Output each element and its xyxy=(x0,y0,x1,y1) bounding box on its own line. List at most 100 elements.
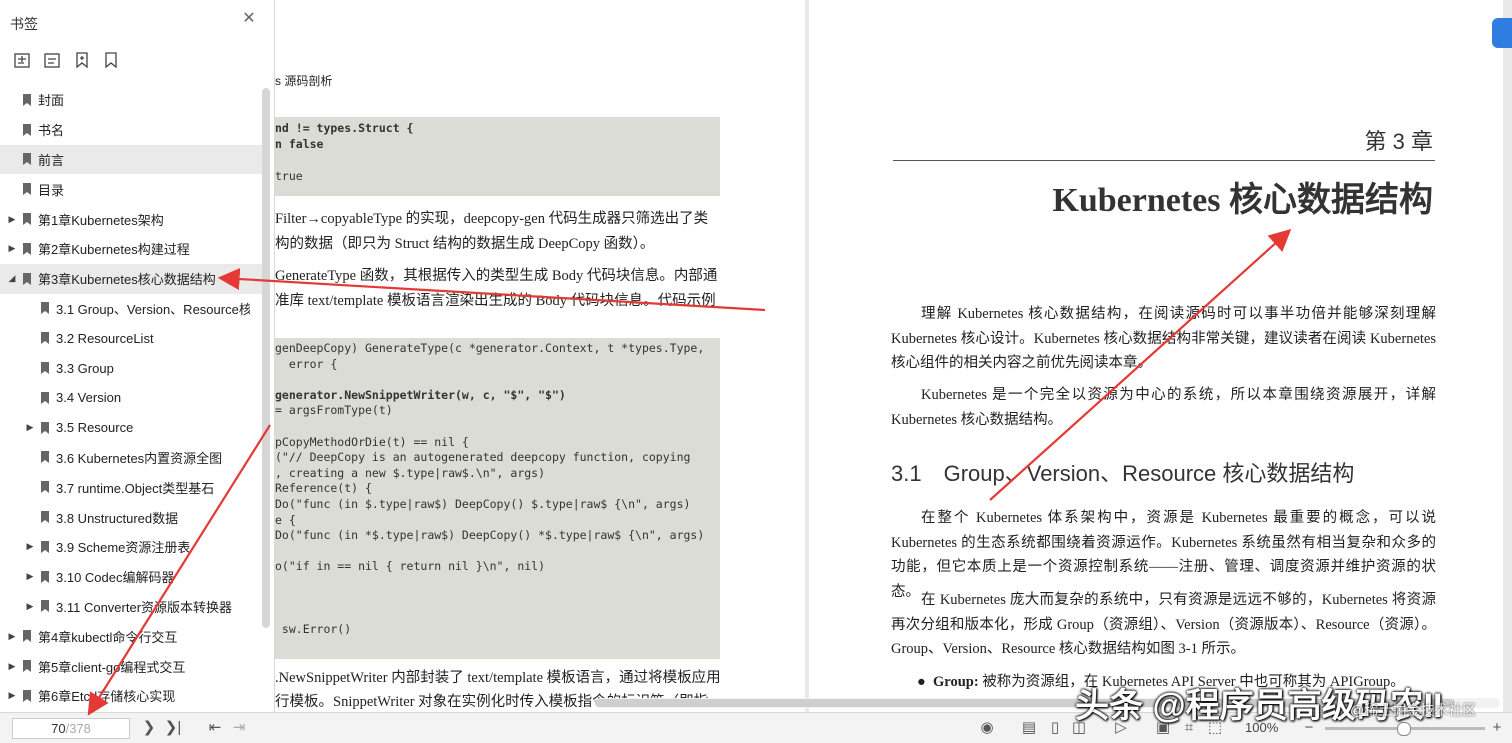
chapter-title: Kubernetes 核心数据结构 xyxy=(1052,182,1433,219)
code-line: n false xyxy=(275,137,324,151)
last-page-icon[interactable]: ❯| xyxy=(164,719,182,737)
bookmark-label: 3.4 Version xyxy=(56,390,122,406)
zoom-slider[interactable] xyxy=(1325,722,1485,736)
bookmark-label: 前言 xyxy=(38,152,65,168)
collapsed-caret-icon[interactable]: ▶ xyxy=(8,214,16,225)
code-line: Do("func (in *$.type|raw$) DeepCopy() *$… xyxy=(275,528,705,543)
code-block: nd != types.Struct {n false true xyxy=(275,117,720,196)
bookmark-item[interactable]: 书名 xyxy=(0,115,262,145)
section-heading: 3.1 Group、Version、Resource 核心数据结构 xyxy=(891,461,1355,486)
collapsed-caret-icon[interactable]: ▶ xyxy=(8,631,16,642)
add-bookmark-icon[interactable] xyxy=(72,50,92,70)
bookmark-item[interactable]: ▶ 第5章client-go编程式交互 xyxy=(0,651,262,681)
bookmark-item[interactable]: 3.7 runtime.Object类型基石 xyxy=(0,472,262,502)
bookmark-panel: 书签 ✕ 封面 书名 前言 目录 ▶ 第1章Kubernetes架构 ▶ 第2章Kuberne… xyxy=(0,0,275,712)
bookmark-item[interactable]: 3.4 Version xyxy=(0,383,262,413)
paragraph-line: .NewSnippetWriter 内部封装了 text/template 模板… xyxy=(275,670,721,686)
collapsed-caret-icon[interactable]: ▶ xyxy=(26,571,34,582)
eye-icon[interactable]: ◉ xyxy=(978,719,996,737)
bookmark-item[interactable]: 封面 xyxy=(0,85,262,115)
back-icon[interactable]: ⇤ xyxy=(206,719,224,737)
bookmark-item[interactable]: ▶ 第2章Kubernetes构建过程 xyxy=(0,234,262,264)
bookmark-label: 封面 xyxy=(38,93,65,109)
pdf-page-right: 第 3 章 Kubernetes 核心数据结构 理解 Kubernetes 核心… xyxy=(809,0,1503,712)
bookmark-flag-icon xyxy=(23,153,31,166)
watermark-sub: @稀土掘金技术社区 xyxy=(1350,702,1477,718)
bookmark-label: 3.8 Unstructured数据 xyxy=(56,510,179,526)
bookmark-label: 3.9 Scheme资源注册表 xyxy=(56,540,191,556)
single-page-icon[interactable]: ▤ xyxy=(1020,719,1038,737)
chapter-number: 第 3 章 xyxy=(1364,129,1433,154)
bookmark-item[interactable]: 前言 xyxy=(0,144,262,175)
close-icon[interactable]: ✕ xyxy=(240,10,258,28)
bookmark-flag-icon xyxy=(41,600,49,613)
bookmark-label: 书名 xyxy=(38,123,65,139)
bookmark-item[interactable]: ▶ 第4章kubectl命令行交互 xyxy=(0,621,262,651)
bookmark-item[interactable]: 3.3 Group xyxy=(0,353,262,383)
bookmark-flag-icon xyxy=(23,630,31,643)
bookmark-flag-icon xyxy=(41,362,49,375)
bookmark-item[interactable]: 3.1 Group、Version、Resource核心数据结构 xyxy=(0,294,262,324)
code-line: Do("func (in $.type|raw$) DeepCopy() $.t… xyxy=(275,496,691,511)
bookmark-label: 3.11 Converter资源版本转换器 xyxy=(56,599,233,615)
bookmark-flag-icon xyxy=(41,481,49,494)
bookmark-item[interactable]: ▶ 3.11 Converter资源版本转换器 xyxy=(0,592,262,622)
bookmark-flag-icon xyxy=(41,451,49,464)
page-number-input[interactable]: 70/378 xyxy=(12,718,130,739)
bookmark-label: 第1章Kubernetes架构 xyxy=(38,212,164,228)
next-page-icon[interactable]: ❯ xyxy=(140,719,158,737)
code-line: Reference(t) { xyxy=(275,481,372,496)
bookmark-label: 3.10 Codec编解码器 xyxy=(56,570,175,586)
zoom-in-icon[interactable]: + xyxy=(1488,719,1506,737)
bookmark-item[interactable]: 3.6 Kubernetes内置资源全图 xyxy=(0,443,262,473)
floating-tool-button[interactable] xyxy=(1492,18,1512,48)
collapsed-caret-icon[interactable]: ▶ xyxy=(8,243,16,254)
bookmark-flag-icon xyxy=(41,570,49,583)
expanded-caret-icon[interactable]: ◢ xyxy=(8,273,16,284)
collapsed-caret-icon[interactable]: ▶ xyxy=(8,690,16,701)
continuous-page-icon[interactable]: ▯ xyxy=(1046,719,1064,737)
paragraph-line: Filter→copyableType 的实现，deepcopy-gen 代码生… xyxy=(275,211,709,227)
code-line: generator.NewSnippetWriter(w, c, "$", "$… xyxy=(275,387,566,402)
bookmark-flag-icon xyxy=(23,213,31,226)
bookmark-item[interactable]: ▶ 第1章Kubernetes架构 xyxy=(0,204,262,234)
bookmark-item[interactable]: ▶ 第6章Etcd存储核心实现 xyxy=(0,681,262,711)
code-line: genDeepCopy) GenerateType(c *generator.C… xyxy=(275,341,705,355)
collapsed-caret-icon[interactable]: ▶ xyxy=(8,661,16,672)
bookmark-icon[interactable] xyxy=(101,50,121,70)
bookmark-flag-icon xyxy=(23,183,31,196)
bookmark-label: 3.2 ResourceList xyxy=(56,330,154,346)
bookmark-scrollbar[interactable] xyxy=(262,88,270,628)
collapsed-caret-icon[interactable]: ▶ xyxy=(26,601,34,612)
forward-icon[interactable]: ⇥ xyxy=(230,719,248,737)
bookmark-label: 第3章Kubernetes核心数据结构 xyxy=(38,272,216,288)
collapsed-caret-icon[interactable]: ▶ xyxy=(26,541,34,552)
bookmark-label: 3.1 Group、Version、Resource核心数据结构 xyxy=(56,301,250,317)
bookmark-item[interactable]: ◢ 第3章Kubernetes核心数据结构 xyxy=(0,263,262,294)
collapse-all-icon[interactable] xyxy=(42,50,62,70)
bookmark-item[interactable]: ▶ 3.10 Codec编解码器 xyxy=(0,562,262,592)
bookmark-item[interactable]: 3.8 Unstructured数据 xyxy=(0,502,262,532)
bookmark-label: 第2章Kubernetes构建过程 xyxy=(38,242,190,258)
bookmark-label: 第4章kubectl命令行交互 xyxy=(38,629,178,645)
bookmark-label: 3.5 Resource xyxy=(56,420,134,436)
bullet-term: Group: xyxy=(933,674,979,690)
bookmark-item[interactable]: 目录 xyxy=(0,174,262,204)
bookmark-item[interactable]: 3.2 ResourceList xyxy=(0,323,262,353)
page-running-header: s 源码剖析 xyxy=(275,74,333,88)
code-line: true xyxy=(275,169,303,183)
expand-all-icon[interactable] xyxy=(12,50,32,70)
bookmark-item[interactable]: ▶ 3.9 Scheme资源注册表 xyxy=(0,532,262,562)
current-page: 70 xyxy=(51,721,66,736)
bookmark-flag-icon xyxy=(23,272,31,285)
bookmark-item[interactable]: ▶ 3.5 Resource xyxy=(0,413,262,443)
bookmark-flag-icon xyxy=(41,391,49,404)
chapter-rule xyxy=(893,160,1435,161)
bookmark-flag-icon xyxy=(41,421,49,434)
bookmark-flag-icon xyxy=(23,123,31,136)
collapsed-caret-icon[interactable]: ▶ xyxy=(26,422,34,433)
